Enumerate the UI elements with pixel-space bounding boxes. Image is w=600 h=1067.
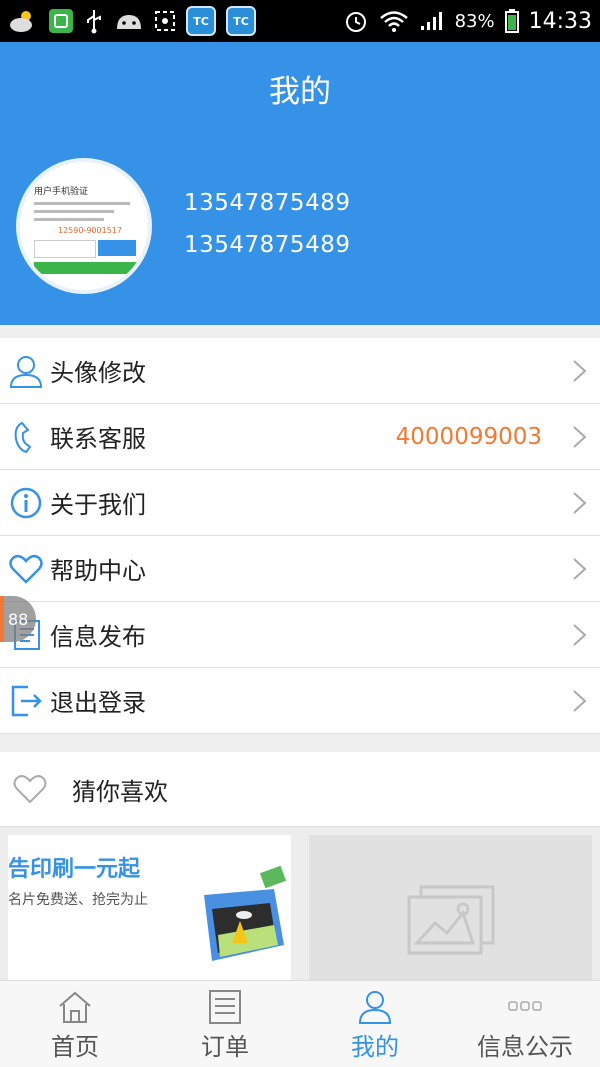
more-icon xyxy=(508,1001,542,1011)
avatar-image-code: 12590-9001517 xyxy=(58,226,122,235)
service-phone-number[interactable]: 4000099003 xyxy=(396,424,542,450)
battery-icon xyxy=(504,9,519,33)
menu-item-label: 联系客服 xyxy=(50,425,146,453)
profile-header: 我的 用户手机验证 12590-9001517 13547875489 1354… xyxy=(0,42,600,325)
chevron-right-icon xyxy=(573,558,587,580)
android-icon xyxy=(114,9,144,33)
menu-item-customer-service[interactable]: 联系客服 4000099003 xyxy=(0,404,600,470)
avatar-image: 用户手机验证 12590-9001517 xyxy=(30,180,138,280)
menu-item-avatar-edit[interactable]: 头像修改 xyxy=(0,338,600,404)
heart-outline-icon xyxy=(13,775,47,804)
bottom-navigation: 首页 订单 我的 信息公示 xyxy=(0,980,600,1067)
logout-icon xyxy=(8,683,44,719)
info-icon xyxy=(8,485,44,521)
profile-icon xyxy=(358,991,392,1024)
product-card-title: 告印刷一元起 xyxy=(8,857,141,882)
battery-percent: 83% xyxy=(454,10,495,32)
page-title: 我的 xyxy=(269,74,331,110)
weather-icon xyxy=(8,8,38,34)
heart-icon xyxy=(8,551,44,587)
status-bar-notifications: TC TC xyxy=(8,6,343,36)
menu-item-about-us[interactable]: 关于我们 xyxy=(0,470,600,536)
menu-item-label: 关于我们 xyxy=(50,491,146,519)
avatar-image-input xyxy=(34,240,96,258)
alarm-icon xyxy=(343,8,369,34)
avatar-image-line xyxy=(34,210,114,213)
profile-menu: 头像修改 联系客服 4000099003 关于我们 帮助中心 信息发布 退出登录 xyxy=(0,338,600,734)
chevron-right-icon xyxy=(573,426,587,448)
tab-label: 订单 xyxy=(201,1033,249,1061)
tab-label: 首页 xyxy=(51,1033,99,1061)
signal-icon xyxy=(419,10,445,32)
status-bar: TC TC 83% 14:33 xyxy=(0,0,600,42)
chevron-right-icon xyxy=(573,492,587,514)
product-card[interactable]: 告印刷一元起 名片免费送、抢完为止 xyxy=(8,835,291,980)
usb-icon xyxy=(84,8,104,34)
tab-orders[interactable]: 订单 xyxy=(150,981,300,1067)
printer-illustration-icon xyxy=(204,865,287,961)
menu-item-publish-info[interactable]: 信息发布 xyxy=(0,602,600,668)
tc-app-icon: TC xyxy=(186,6,216,36)
tab-home[interactable]: 首页 xyxy=(0,981,150,1067)
guess-you-like-header: 猜你喜欢 xyxy=(0,752,600,827)
avatar-image-line xyxy=(34,202,130,205)
product-card-placeholder[interactable] xyxy=(309,835,592,980)
menu-item-label: 信息发布 xyxy=(50,623,146,651)
phone-icon xyxy=(8,419,44,455)
avatar-image-line xyxy=(34,218,104,221)
menu-item-logout[interactable]: 退出登录 xyxy=(0,668,600,734)
menu-item-label: 退出登录 xyxy=(50,689,146,717)
chevron-right-icon xyxy=(573,360,587,382)
wifi-icon xyxy=(379,9,409,33)
avatar[interactable]: 用户手机验证 12590-9001517 xyxy=(16,158,152,294)
product-card-subtitle: 名片免费送、抢完为止 xyxy=(8,892,148,908)
recommend-cards: 告印刷一元起 名片免费送、抢完为止 xyxy=(0,827,600,980)
security-app-icon xyxy=(48,8,74,34)
tab-label: 信息公示 xyxy=(477,1033,573,1061)
avatar-image-title: 用户手机验证 xyxy=(34,187,89,197)
clock-time: 14:33 xyxy=(528,8,592,34)
user-icon xyxy=(8,353,44,389)
tab-label: 我的 xyxy=(351,1033,399,1061)
menu-item-help-center[interactable]: 帮助中心 xyxy=(0,536,600,602)
guess-you-like-label: 猜你喜欢 xyxy=(72,778,168,806)
home-icon xyxy=(59,991,91,1023)
account-phone: 13547875489 xyxy=(184,190,351,216)
image-placeholder-icon xyxy=(407,885,495,955)
chevron-right-icon xyxy=(573,624,587,646)
screenshot-icon xyxy=(154,10,176,32)
account-name: 13547875489 xyxy=(184,232,351,258)
status-bar-system: 83% 14:33 xyxy=(343,8,592,34)
menu-item-label: 帮助中心 xyxy=(50,557,146,585)
avatar-image-button xyxy=(98,240,136,256)
chevron-right-icon xyxy=(573,690,587,712)
menu-item-label: 头像修改 xyxy=(50,359,146,387)
tc-app-icon: TC xyxy=(226,6,256,36)
tab-info-notice[interactable]: 信息公示 xyxy=(450,981,600,1067)
avatar-image-bar xyxy=(34,262,138,274)
list-icon xyxy=(209,990,241,1024)
tab-profile[interactable]: 我的 xyxy=(300,981,450,1067)
